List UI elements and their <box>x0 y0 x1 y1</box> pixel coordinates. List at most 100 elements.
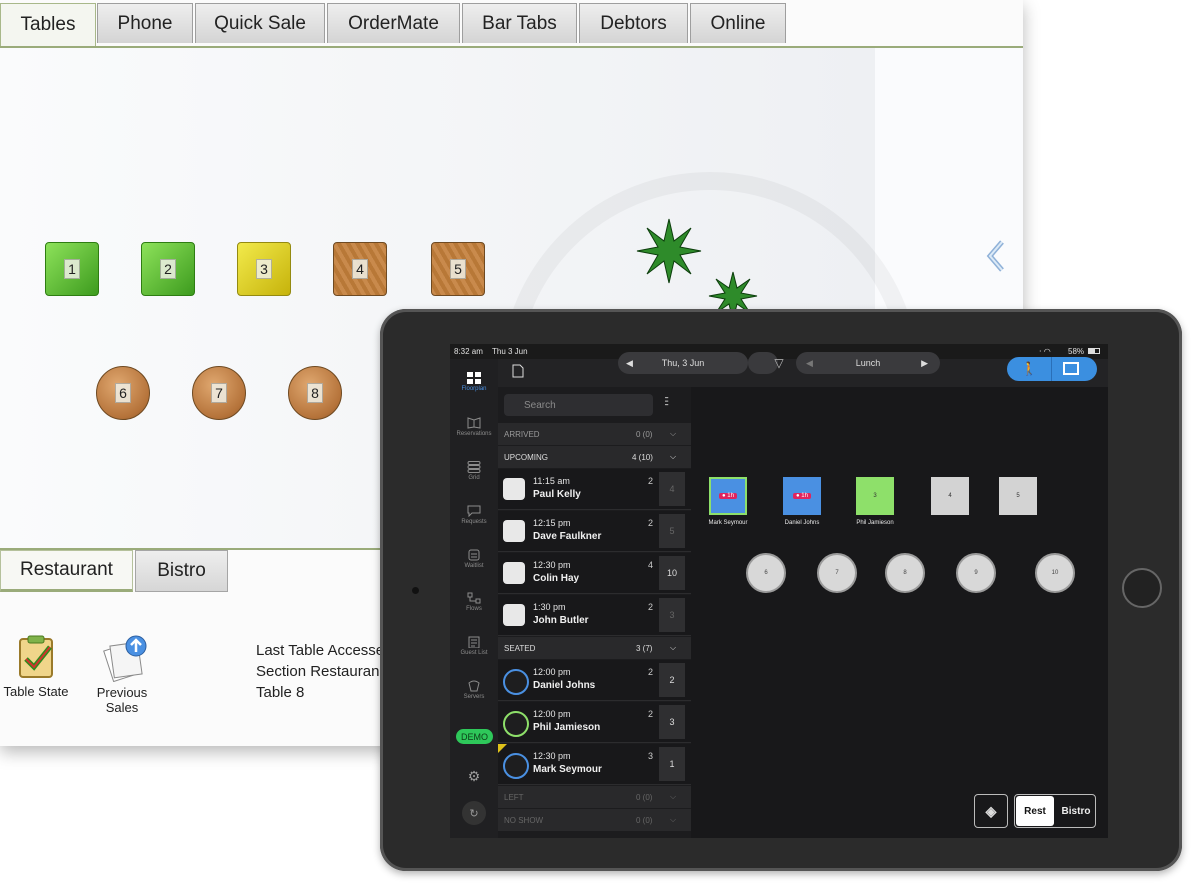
section-count: 0 (0) <box>636 429 653 439</box>
section-arrived[interactable]: ARRIVED 0 (0) ⌵ <box>498 423 691 445</box>
floor-table-1[interactable]: ● 1h <box>709 477 747 515</box>
tab-phone[interactable]: Phone <box>97 3 193 43</box>
floor-table-4[interactable]: 4 <box>931 477 969 515</box>
section-rest-button[interactable]: Rest <box>1016 796 1054 826</box>
tab-quick-sale[interactable]: Quick Sale <box>195 3 325 43</box>
previous-sales-button[interactable]: Previous Sales <box>80 634 164 715</box>
section-tab-bistro[interactable]: Bistro <box>135 550 228 592</box>
book-icon <box>503 520 525 542</box>
table-7[interactable]: 7 <box>192 366 246 420</box>
filter-icon[interactable]: ▽ <box>764 352 794 374</box>
floor-table-7[interactable]: 7 <box>817 553 857 593</box>
chevron-down-icon: ⌵ <box>670 643 677 652</box>
section-count: 0 (0) <box>636 815 653 825</box>
tab-ordermate[interactable]: OrderMate <box>327 3 460 43</box>
reservation-time: 12:00 pm <box>533 709 571 719</box>
floor-table-5[interactable]: 5 <box>999 477 1037 515</box>
table-1[interactable]: 1 <box>45 242 99 296</box>
walk-in-icon[interactable]: 🚶 <box>1021 361 1037 377</box>
seated-status-icon <box>503 753 529 779</box>
sliders-icon[interactable]: ⫶⫶⫶ <box>664 395 682 415</box>
nav-grid[interactable]: Grid <box>450 461 498 481</box>
tab-bar-tabs[interactable]: Bar Tabs <box>462 3 577 43</box>
table-guest-label: Mark Seymour <box>708 520 748 526</box>
table-4[interactable]: 4 <box>333 242 387 296</box>
section-upcoming[interactable]: UPCOMING 4 (10) ⌵ <box>498 446 691 468</box>
reservation-row[interactable]: 1:30 pm John Butler 2 3 <box>498 595 691 636</box>
table-8[interactable]: 8 <box>288 366 342 420</box>
shift-selector[interactable]: ◀ Lunch ▶ <box>796 352 940 374</box>
table-5[interactable]: 5 <box>431 242 485 296</box>
seated-row[interactable]: 12:00 pm Daniel Johns 2 2 <box>498 660 691 701</box>
table-number: 4 <box>659 472 685 506</box>
chevron-down-icon: ⌵ <box>670 815 677 824</box>
table-3[interactable]: 3 <box>237 242 291 296</box>
floor-table-8[interactable]: 8 <box>885 553 925 593</box>
gear-icon[interactable]: ⚙ <box>467 769 481 783</box>
section-bistro-button[interactable]: Bistro <box>1056 794 1096 828</box>
date-selector[interactable]: ◀ Thu, 3 Jun ▶ <box>618 352 770 374</box>
table-2[interactable]: 2 <box>141 242 195 296</box>
ipad-screen: 8:32 am Thu 3 Jun ⋅ ◠ 58% Floorplan Rese… <box>450 344 1108 838</box>
tab-debtors[interactable]: Debtors <box>579 3 688 43</box>
tab-tables[interactable]: Tables <box>0 3 96 46</box>
floor-table-9[interactable]: 9 <box>956 553 996 593</box>
reservation-row[interactable]: 12:15 pm Dave Faulkner 2 5 <box>498 511 691 552</box>
section-no-show[interactable]: NO SHOW 0 (0) ⌵ <box>498 809 691 831</box>
layers-icon[interactable]: ◈ <box>974 794 1008 828</box>
floor-table-3[interactable]: 3 <box>856 477 894 515</box>
floor-table-2[interactable]: ● 1h <box>783 477 821 515</box>
section-tab-restaurant[interactable]: Restaurant <box>0 550 133 592</box>
section-left[interactable]: LEFT 0 (0) ⌵ <box>498 786 691 808</box>
new-reservation-icon[interactable] <box>1063 362 1079 375</box>
table-label: 10 <box>1051 570 1059 576</box>
info-line: Last Table Accesse <box>256 642 385 659</box>
book-icon <box>503 562 525 584</box>
table-number: 2 <box>659 663 685 697</box>
home-button[interactable] <box>1122 568 1162 608</box>
section-seated[interactable]: SEATED 3 (7) ⌵ <box>498 637 691 659</box>
floor-table-6[interactable]: 6 <box>746 553 786 593</box>
seated-status-icon <box>503 669 529 695</box>
floor-table-10[interactable]: 10 <box>1035 553 1075 593</box>
seated-row[interactable]: 12:30 pm Mark Seymour 3 1 <box>498 744 691 785</box>
chevron-down-icon: ⌵ <box>670 452 677 461</box>
seated-row[interactable]: 12:00 pm Phil Jamieson 2 3 <box>498 702 691 743</box>
sync-icon[interactable]: ↻ <box>462 801 486 825</box>
reservation-row[interactable]: 11:15 am Paul Kelly 2 4 <box>498 469 691 510</box>
info-line: Section Restauran <box>256 663 380 680</box>
section-count: 3 (7) <box>636 643 653 653</box>
nav-label: Requests <box>461 519 487 525</box>
prev-date-icon[interactable]: ◀ <box>626 358 633 369</box>
reservation-time: 12:15 pm <box>533 518 571 528</box>
prev-shift-icon[interactable]: ◀ <box>806 358 813 369</box>
next-shift-icon[interactable]: ▶ <box>921 358 928 369</box>
tab-online[interactable]: Online <box>690 3 786 43</box>
nav-waitlist[interactable]: Waitlist <box>450 549 498 569</box>
nav-requests[interactable]: Requests <box>450 505 498 525</box>
nav-servers[interactable]: Servers <box>450 680 498 700</box>
guest-name: Dave Faulkner <box>533 531 602 542</box>
table-number: 7 <box>211 383 227 403</box>
table-6[interactable]: 6 <box>96 366 150 420</box>
servers-icon <box>468 680 480 692</box>
reservation-time: 12:00 pm <box>533 667 571 677</box>
nav-floorplan[interactable]: Floorplan <box>450 372 498 392</box>
nav-flows[interactable]: Flows <box>450 592 498 612</box>
chevron-left-icon[interactable] <box>982 238 1010 274</box>
table-label: 5 <box>1016 493 1020 499</box>
camera-icon <box>412 587 419 594</box>
section-label: LEFT <box>504 792 524 802</box>
nav-reservations[interactable]: Reservations <box>450 417 498 437</box>
battery-percent: 58% <box>1068 347 1085 356</box>
previous-sales-label: Previous Sales <box>96 685 148 715</box>
guest-name: Phil Jamieson <box>533 722 601 733</box>
document-icon[interactable] <box>512 364 524 378</box>
search-input[interactable]: Search <box>504 394 653 416</box>
clipboard-icon <box>468 636 480 648</box>
book-icon <box>503 604 525 626</box>
table-state-button[interactable]: Table State <box>2 633 70 699</box>
nav-label: Floorplan <box>461 386 487 392</box>
reservation-row[interactable]: 12:30 pm Colin Hay 4 10 <box>498 553 691 594</box>
nav-guest-list[interactable]: Guest List <box>450 636 498 656</box>
